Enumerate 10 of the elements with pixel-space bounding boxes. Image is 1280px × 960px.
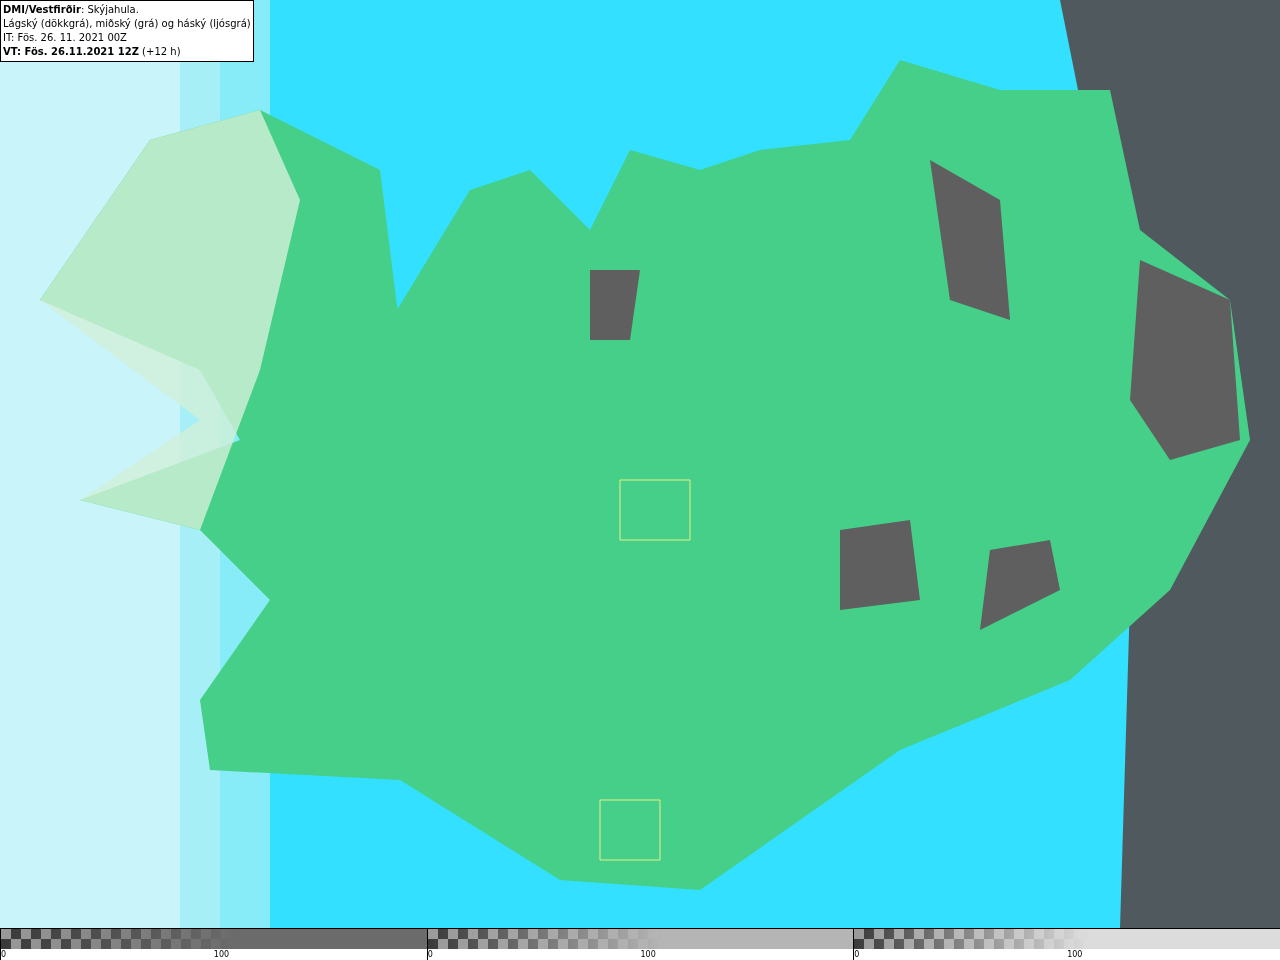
scale-label: 0 xyxy=(1,949,7,960)
scale-label: 0 xyxy=(854,949,860,960)
scale-label: 100 xyxy=(640,949,656,960)
scale-label: 100 xyxy=(1067,949,1083,960)
info-text: DMI/Vestfirðir: Skýjahula. xyxy=(3,3,140,17)
info-text: IT: Fös. 26. 11. 2021 00Z xyxy=(3,31,128,45)
info-text: Lágský (dökkgrá), miðský (grá) og háský (ljósgrá) xyxy=(3,17,251,31)
info-text: VT: Fös. 26.11.2021 12Z (+12 h) xyxy=(3,45,182,59)
scale-label: 0 xyxy=(427,949,433,960)
scale-label: 100 xyxy=(213,949,230,960)
